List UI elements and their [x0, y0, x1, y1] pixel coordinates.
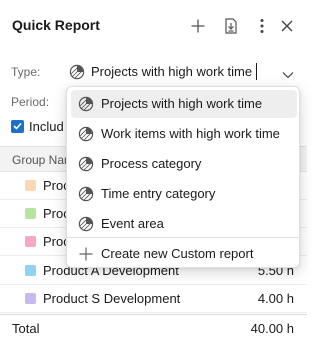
more-vertical-icon[interactable] [252, 16, 272, 36]
total-row: Total 40.00 h [0, 314, 307, 342]
panel-header: Quick Report [0, 0, 307, 52]
panel-title: Quick Report [12, 17, 100, 33]
period-label: Period: [11, 95, 50, 109]
color-swatch [25, 236, 36, 247]
color-swatch [25, 208, 36, 219]
pie-chart-icon [78, 186, 94, 207]
menu-item-work-items-high-work-time[interactable]: Work items with high work time [71, 120, 297, 148]
color-swatch [25, 293, 36, 304]
total-value: 40.00 h [250, 321, 294, 336]
report-type-select[interactable]: Projects with high work time [66, 58, 300, 86]
menu-divider [67, 237, 299, 238]
include-checkbox[interactable] [11, 119, 24, 133]
menu-item-time-entry-category[interactable]: Time entry category [71, 180, 297, 208]
pie-chart-icon [78, 156, 94, 177]
report-type-dropdown: Projects with high work time Work items … [66, 86, 300, 268]
plus-icon [78, 246, 94, 267]
menu-item-event-area[interactable]: Event area [71, 210, 297, 238]
menu-item-label: Work items with high work time [101, 126, 280, 141]
close-icon[interactable] [277, 16, 297, 36]
pie-chart-icon [78, 96, 94, 117]
pie-chart-icon [78, 216, 94, 237]
create-custom-report-item[interactable]: Create new Custom report [71, 241, 297, 267]
text-caret [256, 63, 257, 80]
color-swatch [25, 180, 36, 191]
menu-item-projects-high-work-time[interactable]: Projects with high work time [71, 90, 297, 118]
quick-report-panel: Quick Report Type: Projects with high wo… [0, 0, 307, 351]
menu-item-label: Time entry category [101, 186, 216, 201]
create-custom-report-label: Create new Custom report [101, 246, 254, 261]
export-icon[interactable] [221, 16, 241, 36]
total-label: Total [12, 321, 40, 336]
row-hours: 4.00 h [257, 291, 294, 306]
group-name-column-header[interactable]: Group Nar [12, 153, 68, 167]
pie-chart-icon [78, 126, 94, 147]
menu-item-label: Process category [101, 156, 202, 171]
include-label: Includ [29, 118, 64, 134]
report-type-value: Projects with high work time [91, 64, 253, 79]
menu-item-label: Event area [101, 216, 164, 231]
table-row[interactable]: Product S Development 4.00 h [0, 285, 307, 313]
menu-item-label: Projects with high work time [101, 96, 263, 111]
include-option: Includ [11, 118, 64, 134]
type-label: Type: [11, 65, 41, 79]
pie-chart-icon [69, 64, 85, 85]
menu-item-process-category[interactable]: Process category [71, 150, 297, 178]
row-name: Product S Development [43, 291, 181, 306]
chevron-down-icon[interactable] [282, 66, 294, 84]
color-swatch [25, 265, 36, 276]
plus-icon[interactable] [188, 16, 208, 36]
